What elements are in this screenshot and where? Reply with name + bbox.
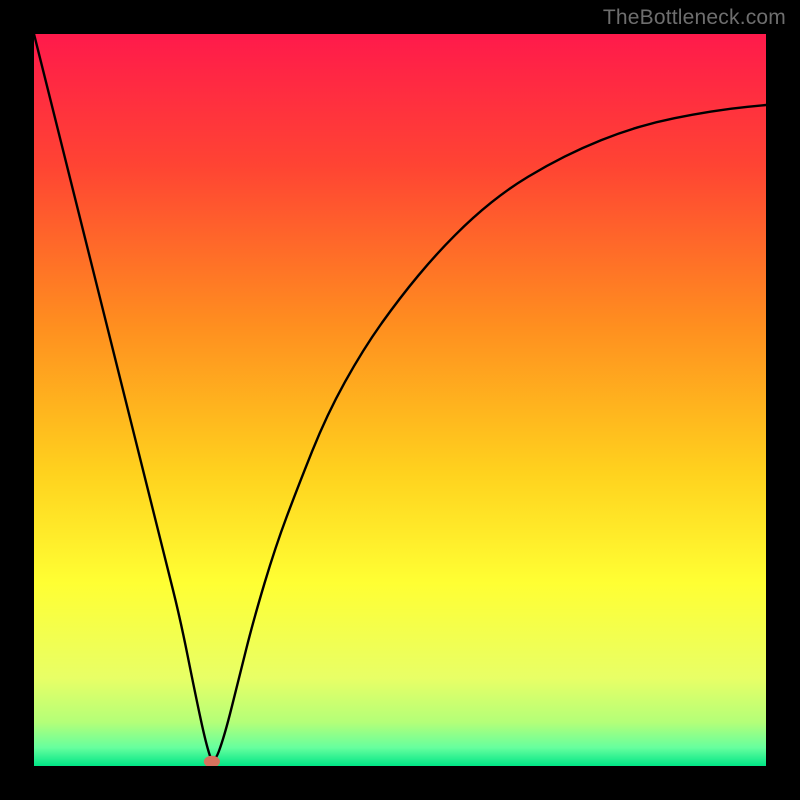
watermark-label: TheBottleneck.com — [603, 6, 786, 30]
chart-frame: TheBottleneck.com — [0, 0, 800, 800]
chart-svg — [34, 34, 766, 766]
plot-area — [34, 34, 766, 766]
gradient-background — [34, 34, 766, 766]
